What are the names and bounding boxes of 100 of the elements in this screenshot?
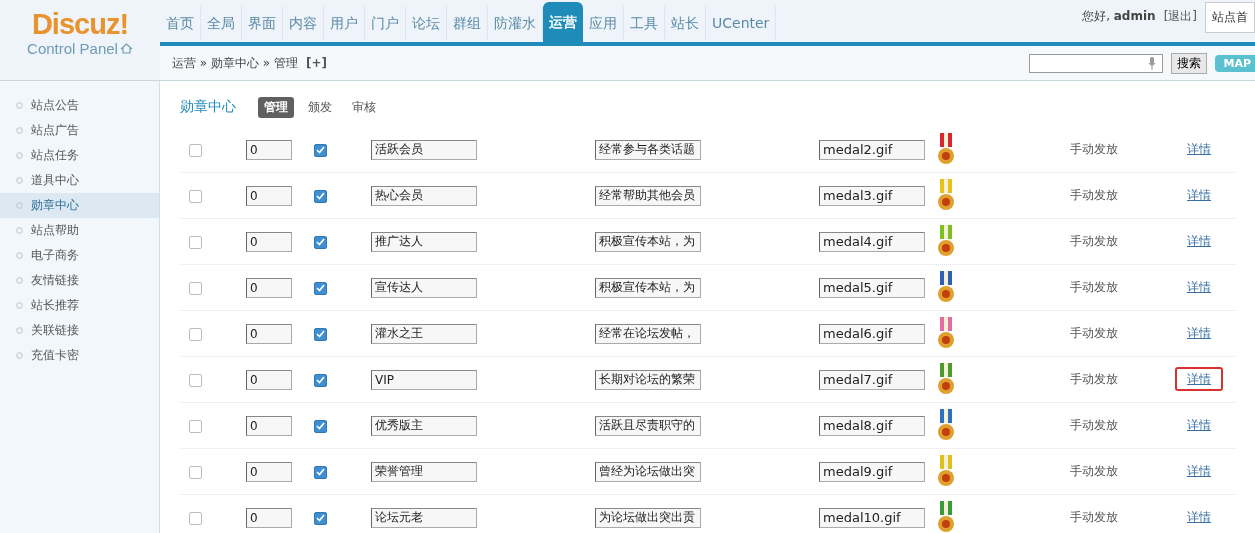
description-field[interactable]: 积极宣传本站，为: [595, 277, 701, 298]
sidebar-item[interactable]: 站点帮助: [0, 218, 159, 243]
nav-tab[interactable]: 应用: [583, 6, 624, 40]
description-field[interactable]: 积极宣传本站，为: [595, 231, 701, 252]
sidebar-item[interactable]: 电子商务: [0, 243, 159, 268]
name-field[interactable]: 灌水之王: [371, 323, 477, 344]
sidebar-item[interactable]: 站长推荐: [0, 293, 159, 318]
available-checkbox[interactable]: [314, 189, 327, 203]
nav-tab[interactable]: 界面: [242, 6, 283, 40]
section-tab[interactable]: 颁发: [302, 96, 338, 118]
section-tab[interactable]: 审核: [346, 96, 382, 118]
description-field[interactable]: 长期对论坛的繁荣: [595, 369, 701, 390]
order-field[interactable]: 0: [246, 277, 292, 298]
details-link[interactable]: 详情: [1175, 183, 1223, 207]
order-field[interactable]: 0: [246, 461, 292, 482]
description-field[interactable]: 活跃且尽责职守的: [595, 415, 701, 436]
sidebar-item[interactable]: 站点任务: [0, 143, 159, 168]
medal-icon: [935, 408, 957, 443]
image-field[interactable]: medal8.gif: [819, 415, 925, 436]
available-checkbox[interactable]: [314, 465, 327, 479]
search-field[interactable]: [1029, 53, 1164, 73]
nav-tab[interactable]: 全局: [201, 6, 242, 40]
nav-tab[interactable]: 门户: [365, 6, 406, 40]
description-field[interactable]: 经常帮助其他会员: [595, 185, 701, 206]
available-checkbox[interactable]: [314, 419, 327, 433]
nav-tab[interactable]: 内容: [283, 6, 324, 40]
sidebar-item[interactable]: 友情链接: [0, 268, 159, 293]
nav-tab[interactable]: 群组: [447, 6, 488, 40]
row-checkbox[interactable]: [189, 511, 202, 525]
nav-tab[interactable]: 论坛: [406, 6, 447, 40]
available-checkbox[interactable]: [314, 281, 327, 295]
available-checkbox[interactable]: [314, 143, 327, 157]
image-field[interactable]: medal4.gif: [819, 231, 925, 252]
medal-icon: [935, 362, 957, 397]
description-field[interactable]: 经常参与各类话题: [595, 139, 701, 160]
image-field[interactable]: medal5.gif: [819, 277, 925, 298]
image-field[interactable]: medal6.gif: [819, 323, 925, 344]
name-field[interactable]: 优秀版主: [371, 415, 477, 436]
add-link[interactable]: [+]: [305, 56, 327, 70]
name-field[interactable]: 论坛元老: [371, 507, 477, 528]
details-link[interactable]: 详情: [1175, 275, 1223, 299]
order-field[interactable]: 0: [246, 369, 292, 390]
order-field[interactable]: 0: [246, 185, 292, 206]
image-field[interactable]: medal3.gif: [819, 185, 925, 206]
row-checkbox[interactable]: [189, 189, 202, 203]
image-field[interactable]: medal7.gif: [819, 369, 925, 390]
image-field[interactable]: medal2.gif: [819, 139, 925, 160]
sidebar-item[interactable]: 充值卡密: [0, 343, 159, 368]
details-link[interactable]: 详情: [1175, 367, 1223, 391]
details-link[interactable]: 详情: [1175, 505, 1223, 529]
nav-tab[interactable]: 首页: [160, 6, 201, 40]
row-checkbox[interactable]: [189, 143, 202, 157]
nav-tab[interactable]: 运营: [543, 2, 583, 42]
order-field[interactable]: 0: [246, 323, 292, 344]
details-link[interactable]: 详情: [1175, 321, 1223, 345]
name-field[interactable]: 热心会员: [371, 185, 477, 206]
award-type: 手动发放: [1070, 279, 1119, 296]
award-type: 手动发放: [1070, 371, 1119, 388]
sidebar-item[interactable]: 站点广告: [0, 118, 159, 143]
order-field[interactable]: 0: [246, 231, 292, 252]
row-checkbox[interactable]: [189, 281, 202, 295]
available-checkbox[interactable]: [314, 511, 327, 525]
available-checkbox[interactable]: [314, 327, 327, 341]
name-field[interactable]: VIP: [371, 369, 477, 390]
row-checkbox[interactable]: [189, 327, 202, 341]
description-field[interactable]: 曾经为论坛做出突: [595, 461, 701, 482]
order-field[interactable]: 0: [246, 139, 292, 160]
sidebar-item[interactable]: 勋章中心: [0, 193, 159, 218]
available-checkbox[interactable]: [314, 235, 327, 249]
details-link[interactable]: 详情: [1175, 413, 1223, 437]
row-checkbox[interactable]: [189, 465, 202, 479]
details-link[interactable]: 详情: [1175, 459, 1223, 483]
available-checkbox[interactable]: [314, 373, 327, 387]
image-field[interactable]: medal10.gif: [819, 507, 925, 528]
name-field[interactable]: 荣誉管理: [371, 461, 477, 482]
logout-link[interactable]: [退出]: [1163, 8, 1197, 25]
nav-tab[interactable]: 站长: [665, 6, 706, 40]
sidebar-item[interactable]: 道具中心: [0, 168, 159, 193]
site-home-select[interactable]: 站点首: [1205, 2, 1255, 33]
details-link[interactable]: 详情: [1175, 229, 1223, 253]
name-field[interactable]: 推广达人: [371, 231, 477, 252]
search-button[interactable]: 搜索: [1171, 52, 1208, 74]
section-tab[interactable]: 管理: [258, 96, 294, 118]
details-link[interactable]: 详情: [1175, 137, 1223, 161]
order-field[interactable]: 0: [246, 507, 292, 528]
row-checkbox[interactable]: [189, 373, 202, 387]
order-field[interactable]: 0: [246, 415, 292, 436]
name-field[interactable]: 宣传达人: [371, 277, 477, 298]
nav-tab[interactable]: 工具: [624, 6, 665, 40]
name-field[interactable]: 活跃会员: [371, 139, 477, 160]
description-field[interactable]: 经常在论坛发帖，: [595, 323, 701, 344]
nav-tab[interactable]: 用户: [324, 6, 365, 40]
sidebar-item[interactable]: 关联链接: [0, 318, 159, 343]
row-checkbox[interactable]: [189, 419, 202, 433]
bullet-icon: [16, 102, 23, 109]
medal-icon: [935, 132, 957, 167]
row-checkbox[interactable]: [189, 235, 202, 249]
image-field[interactable]: medal9.gif: [819, 461, 925, 482]
sidebar-item[interactable]: 站点公告: [0, 93, 159, 118]
description-field[interactable]: 为论坛做出突出贡: [595, 507, 701, 528]
